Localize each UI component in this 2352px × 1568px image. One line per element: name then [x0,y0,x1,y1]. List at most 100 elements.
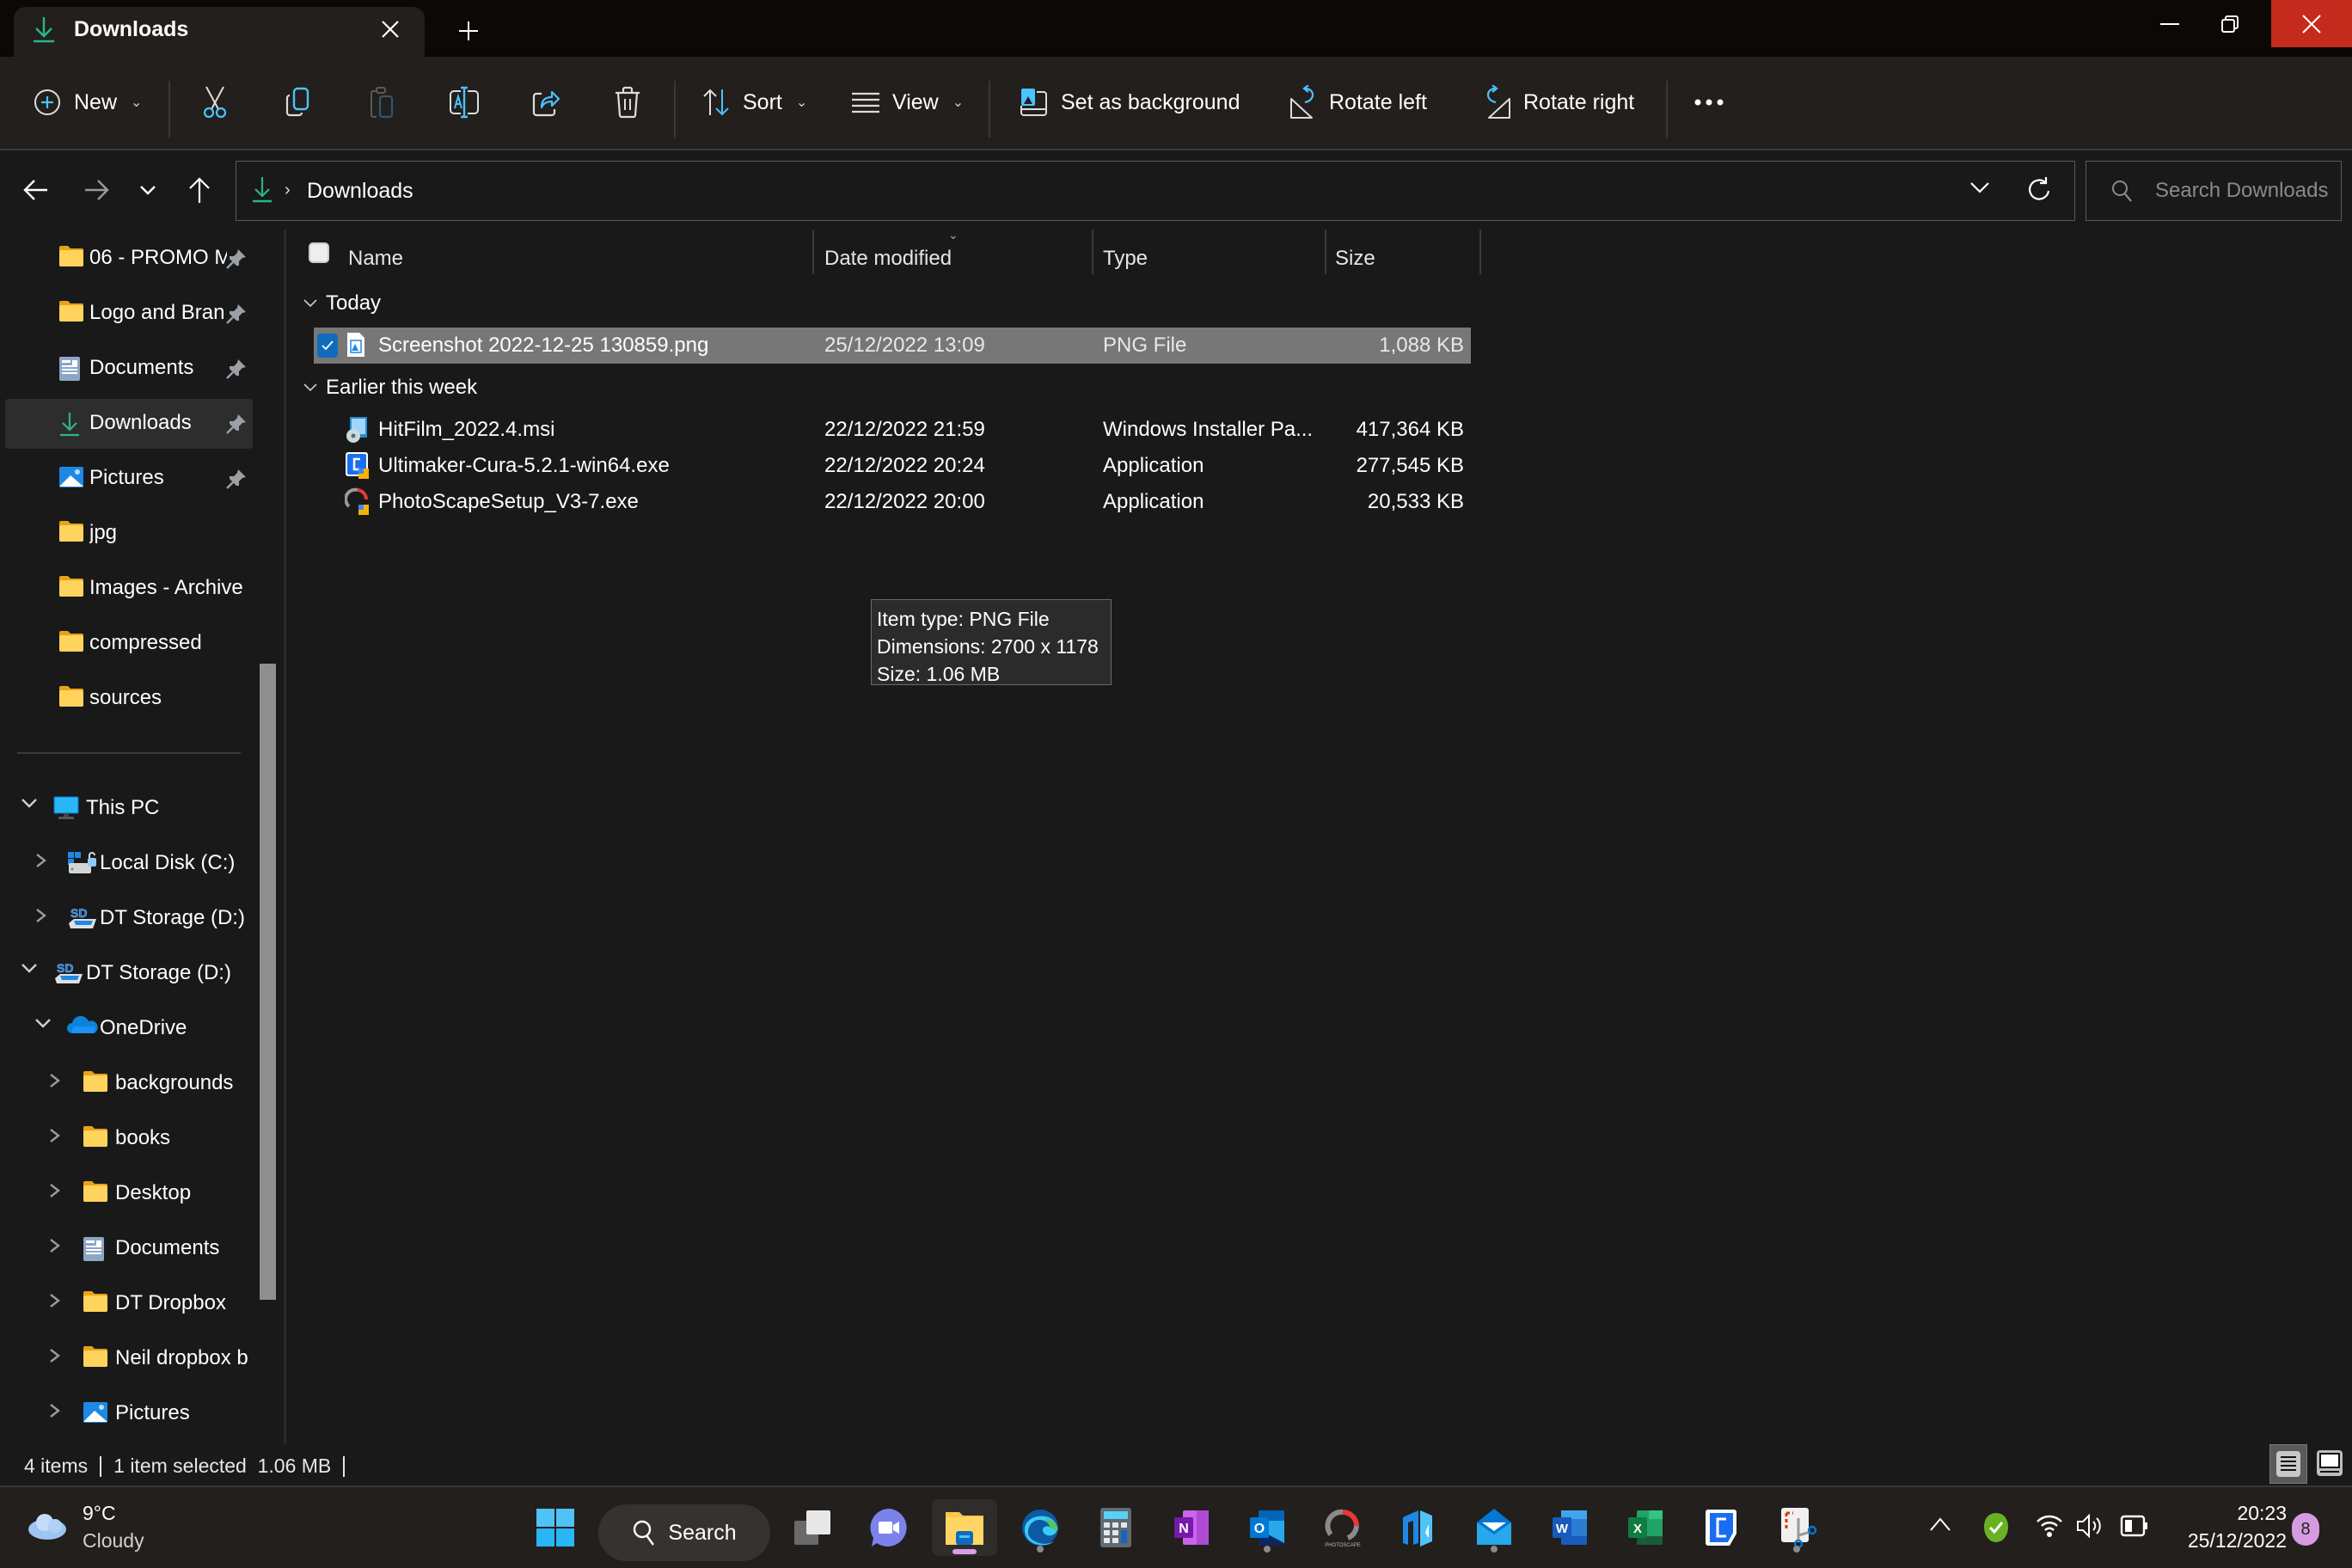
edge-button[interactable] [1008,1499,1073,1556]
sidebar-item-compressed[interactable]: compressed [5,619,253,669]
sidebar-item-images-archive[interactable]: Images - Archive [5,564,253,614]
sidebar-tree-neil-dropbox-b[interactable]: Neil dropbox b [5,1334,253,1384]
file-row[interactable]: PhotoScapeSetup_V3-7.exe 22/12/2022 20:0… [314,484,1471,520]
more-options-button[interactable] [1694,76,1724,129]
outlook-button[interactable]: O [1234,1499,1300,1556]
sidebar-tree-desktop[interactable]: Desktop [5,1169,253,1219]
column-divider[interactable] [1092,230,1093,274]
volume-button[interactable] [2075,1513,2104,1539]
sidebar-tree-dt-dropbox[interactable]: DT Dropbox [5,1279,253,1329]
chevron-right-icon[interactable] [34,907,55,928]
app-n-button[interactable] [1386,1499,1451,1556]
chevron-down-icon[interactable] [34,1017,55,1038]
start-button[interactable] [523,1499,588,1556]
column-divider[interactable] [812,230,814,274]
column-divider[interactable] [1325,230,1326,274]
address-bar[interactable]: › Downloads [236,161,2075,221]
refresh-button[interactable] [2026,175,2052,203]
close-window-button[interactable] [2271,0,2352,47]
group-header-today[interactable]: Today [303,291,381,315]
column-header-type[interactable]: Type [1103,247,1148,271]
excel-button[interactable]: X [1613,1499,1678,1556]
task-view-button[interactable] [781,1499,846,1556]
pin-icon[interactable] [225,358,248,380]
sidebar-item-pictures[interactable]: Pictures [5,454,253,504]
details-view-button[interactable] [2269,1444,2307,1484]
sidebar-tree-backgrounds[interactable]: backgrounds [5,1059,253,1109]
chevron-right-icon[interactable] [48,1402,69,1423]
teams-chat-button[interactable] [856,1499,922,1556]
onenote-button[interactable]: N [1159,1499,1224,1556]
pin-icon[interactable] [225,303,248,325]
clock[interactable]: 20:23 25/12/2022 [2166,1499,2287,1554]
pin-icon[interactable] [225,248,248,270]
chevron-right-icon[interactable] [48,1182,69,1203]
rotate-right-button[interactable]: Rotate right [1484,76,1634,129]
rotate-left-button[interactable]: Rotate left [1289,76,1427,129]
new-tab-button[interactable] [451,14,486,48]
column-header-date-modified[interactable]: Date modified [824,247,952,271]
sidebar-tree-local-disk-c[interactable]: Local Disk (C:) [5,839,253,889]
mail-button[interactable] [1461,1499,1527,1556]
restore-button[interactable] [2190,0,2269,47]
sidebar-item-06-promo-m[interactable]: 06 - PROMO M [5,234,253,284]
chevron-down-icon[interactable] [21,797,41,818]
file-row[interactable]: HitFilm_2022.4.msi 22/12/2022 21:59 Wind… [314,412,1471,448]
chevron-down-icon[interactable] [21,962,41,983]
recent-locations-button[interactable] [129,171,167,209]
share-button[interactable] [531,76,560,129]
show-hidden-icons-button[interactable] [1929,1516,1951,1532]
column-header-size[interactable]: Size [1335,247,1375,271]
address-dropdown-button[interactable] [1969,181,1990,194]
sidebar-tree-dt-storage-d[interactable]: SD DT Storage (D:) [5,894,253,944]
sidebar-item-sources[interactable]: sources [5,674,253,724]
new-button[interactable]: New ⌄ [33,76,142,129]
chevron-right-icon[interactable] [48,1072,69,1093]
rename-button[interactable] [449,76,480,129]
pin-icon[interactable] [225,413,248,435]
sidebar-item-downloads[interactable]: Downloads [5,399,253,449]
delete-button[interactable] [614,76,641,129]
sidebar-tree-dt-storage-d[interactable]: SD DT Storage (D:) [5,949,253,999]
select-all-checkbox[interactable] [309,242,329,263]
column-divider[interactable] [1479,230,1481,274]
calculator-button[interactable] [1083,1499,1148,1556]
notification-badge[interactable]: 8 [2292,1513,2319,1546]
security-tray-button[interactable] [1982,1511,2010,1544]
back-button[interactable] [17,171,55,209]
sidebar-tree-this-pc[interactable]: This PC [5,784,253,834]
set-as-background-button[interactable]: Set as background [1020,76,1240,129]
chevron-right-icon[interactable] [48,1292,69,1313]
file-row[interactable]: Screenshot 2022-12-25 130859.png 25/12/2… [314,328,1471,364]
sidebar-item-logo-and-bran[interactable]: Logo and Bran [5,289,253,339]
file-row[interactable]: Ultimaker-Cura-5.2.1-win64.exe 22/12/202… [314,448,1471,484]
sidebar-tree-pictures[interactable]: Pictures [5,1389,253,1439]
sidebar-tree-documents[interactable]: Documents [5,1224,253,1274]
sort-button[interactable]: Sort ⌄ [701,76,807,129]
group-header-earlier-this-week[interactable]: Earlier this week [303,376,477,400]
word-button[interactable]: W [1537,1499,1602,1556]
sidebar-tree-books[interactable]: books [5,1114,253,1164]
taskbar-search-button[interactable]: Search [598,1504,770,1561]
sidebar-item-jpg[interactable]: jpg [5,509,253,559]
column-header-name[interactable]: Name [348,247,403,271]
weather-widget[interactable]: 9°C Cloudy [26,1499,144,1554]
sidebar-tree-onedrive[interactable]: OneDrive [5,1004,253,1054]
snipping-tool-button[interactable] [1764,1499,1829,1556]
pin-icon[interactable] [225,468,248,490]
search-input[interactable]: Search Downloads [2086,161,2342,221]
photoscape-button[interactable]: PHOTOSCAPE [1310,1499,1375,1556]
large-icons-view-button[interactable] [2312,1446,2347,1480]
close-tab-button[interactable] [375,14,406,45]
battery-button[interactable] [2120,1515,2149,1537]
chevron-right-icon[interactable] [48,1127,69,1148]
chevron-right-icon[interactable] [48,1237,69,1258]
file-explorer-button[interactable] [932,1499,997,1556]
copy-button[interactable] [284,76,311,129]
breadcrumb-downloads[interactable]: Downloads [307,179,413,204]
chevron-right-icon[interactable] [48,1347,69,1368]
cut-button[interactable] [201,76,229,129]
paste-button[interactable] [368,76,395,129]
row-checkbox[interactable] [317,334,338,358]
up-button[interactable] [181,171,218,209]
